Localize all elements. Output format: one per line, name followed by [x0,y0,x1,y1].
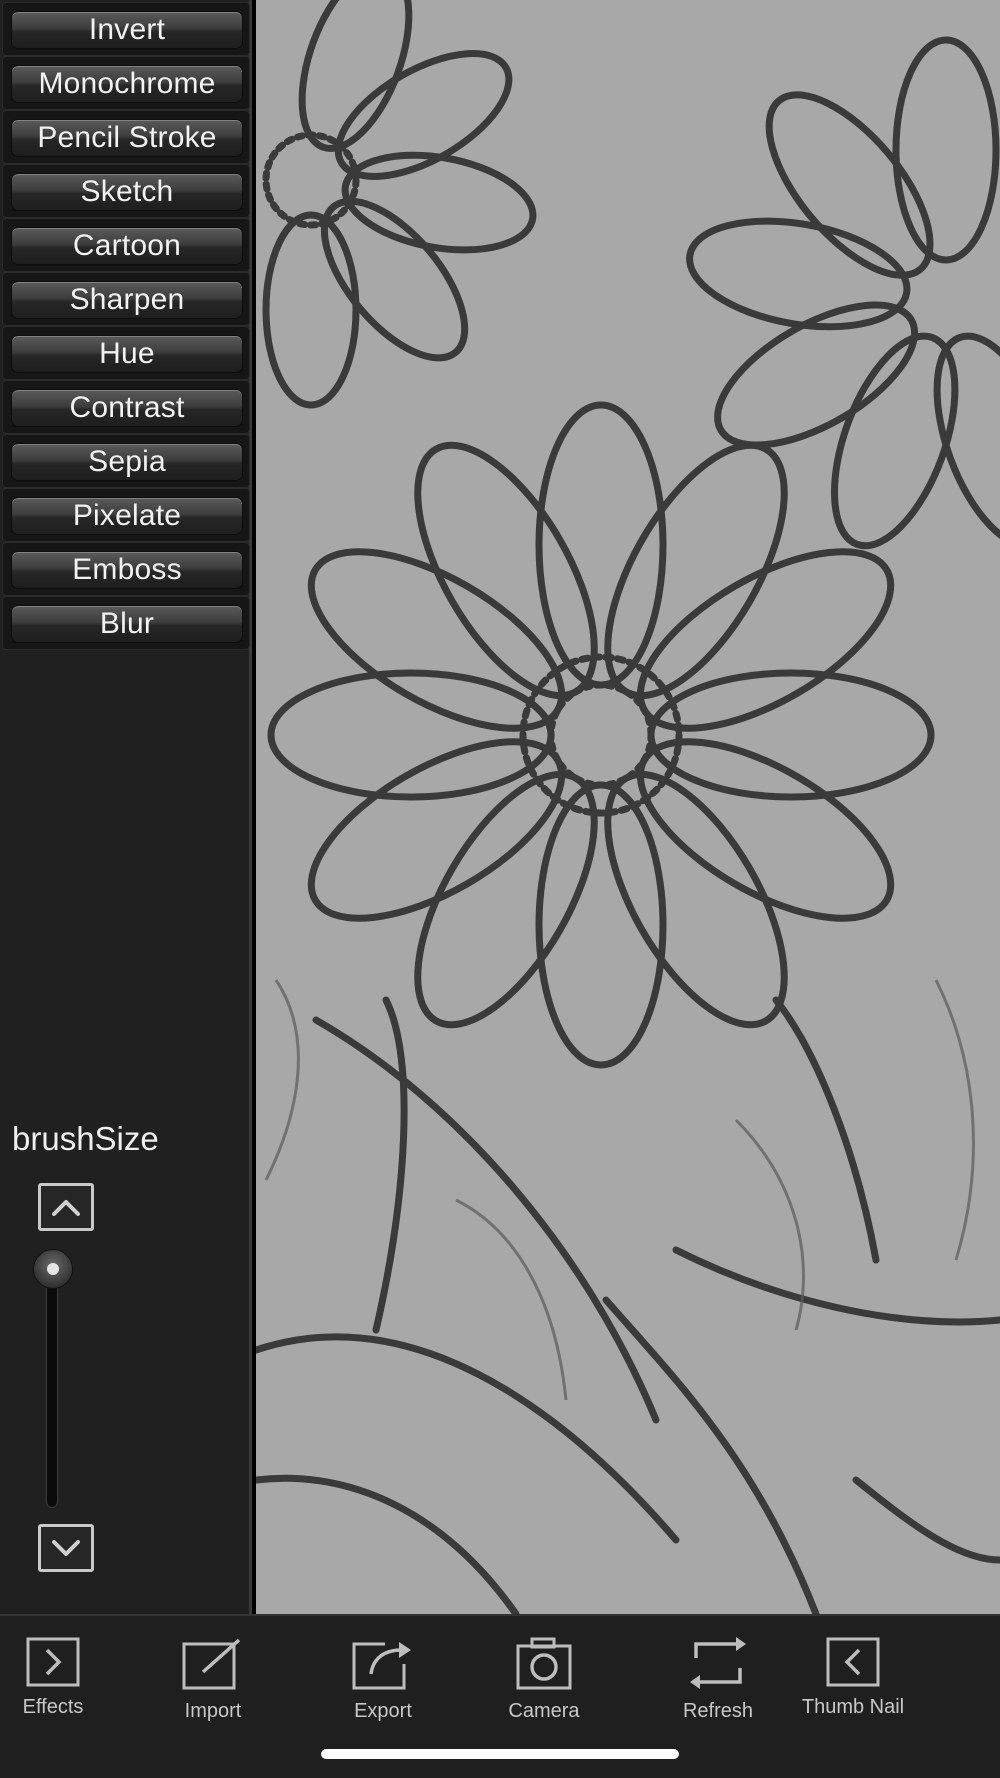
filter-list: Invert Monochrome Pencil Stroke Sketch C… [2,2,250,650]
share-box-icon [352,1642,411,1690]
camera-icon [516,1637,572,1690]
filter-row: Blur [2,596,250,650]
edit-box-icon [182,1638,241,1690]
export-label: Export [354,1700,412,1722]
sepia-button[interactable]: Sepia [11,443,243,481]
brush-size-slider-track[interactable] [46,1258,58,1508]
monochrome-button[interactable]: Monochrome [11,65,243,103]
sketch-button[interactable]: Sketch [11,173,243,211]
brush-size-increase-button[interactable] [38,1183,94,1231]
invert-button[interactable]: Invert [11,11,243,49]
cartoon-button[interactable]: Cartoon [11,227,243,265]
thumbnail-button[interactable]: Thumb Nail [783,1636,923,1719]
thumbnail-label: Thumb Nail [801,1696,905,1718]
filter-row: Sepia [2,434,250,488]
refresh-button[interactable]: Refresh [648,1636,788,1723]
image-canvas[interactable] [256,0,1000,1614]
slider-thumb-dot [47,1263,59,1275]
export-button[interactable]: Export [313,1636,453,1723]
refresh-label: Refresh [682,1700,754,1722]
filter-row: Emboss [2,542,250,596]
camera-label: Camera [508,1700,580,1722]
emboss-button[interactable]: Emboss [11,551,243,589]
blur-button[interactable]: Blur [11,605,243,643]
import-button[interactable]: Import [143,1636,283,1723]
filter-row: Monochrome [2,56,250,110]
filter-row: Contrast [2,380,250,434]
sketch-flower-image [256,0,1000,1614]
filter-row: Sharpen [2,272,250,326]
hue-button[interactable]: Hue [11,335,243,373]
contrast-button[interactable]: Contrast [11,389,243,427]
chevron-down-icon [52,1540,80,1556]
brush-size-decrease-button[interactable] [38,1524,94,1572]
refresh-icon [690,1637,746,1689]
home-indicator[interactable] [321,1749,679,1759]
pencil-stroke-button[interactable]: Pencil Stroke [11,119,243,157]
chevron-right-box-icon [26,1637,80,1687]
filter-sidebar: Invert Monochrome Pencil Stroke Sketch C… [0,0,252,1614]
pixelate-button[interactable]: Pixelate [11,497,243,535]
filter-row: Pencil Stroke [2,110,250,164]
filter-row: Hue [2,326,250,380]
filter-row: Invert [2,2,250,56]
brush-size-slider-thumb[interactable] [33,1249,73,1289]
camera-button[interactable]: Camera [474,1636,614,1723]
import-label: Import [184,1700,242,1722]
filter-row: Cartoon [2,218,250,272]
brush-size-label: brushSize [12,1120,159,1157]
chevron-up-icon [52,1200,80,1216]
filter-row: Pixelate [2,488,250,542]
effects-label: Effects [22,1696,84,1718]
effects-button[interactable]: Effects [0,1636,123,1719]
filter-row: Sketch [2,164,250,218]
sharpen-button[interactable]: Sharpen [11,281,243,319]
chevron-left-box-icon [826,1637,880,1687]
